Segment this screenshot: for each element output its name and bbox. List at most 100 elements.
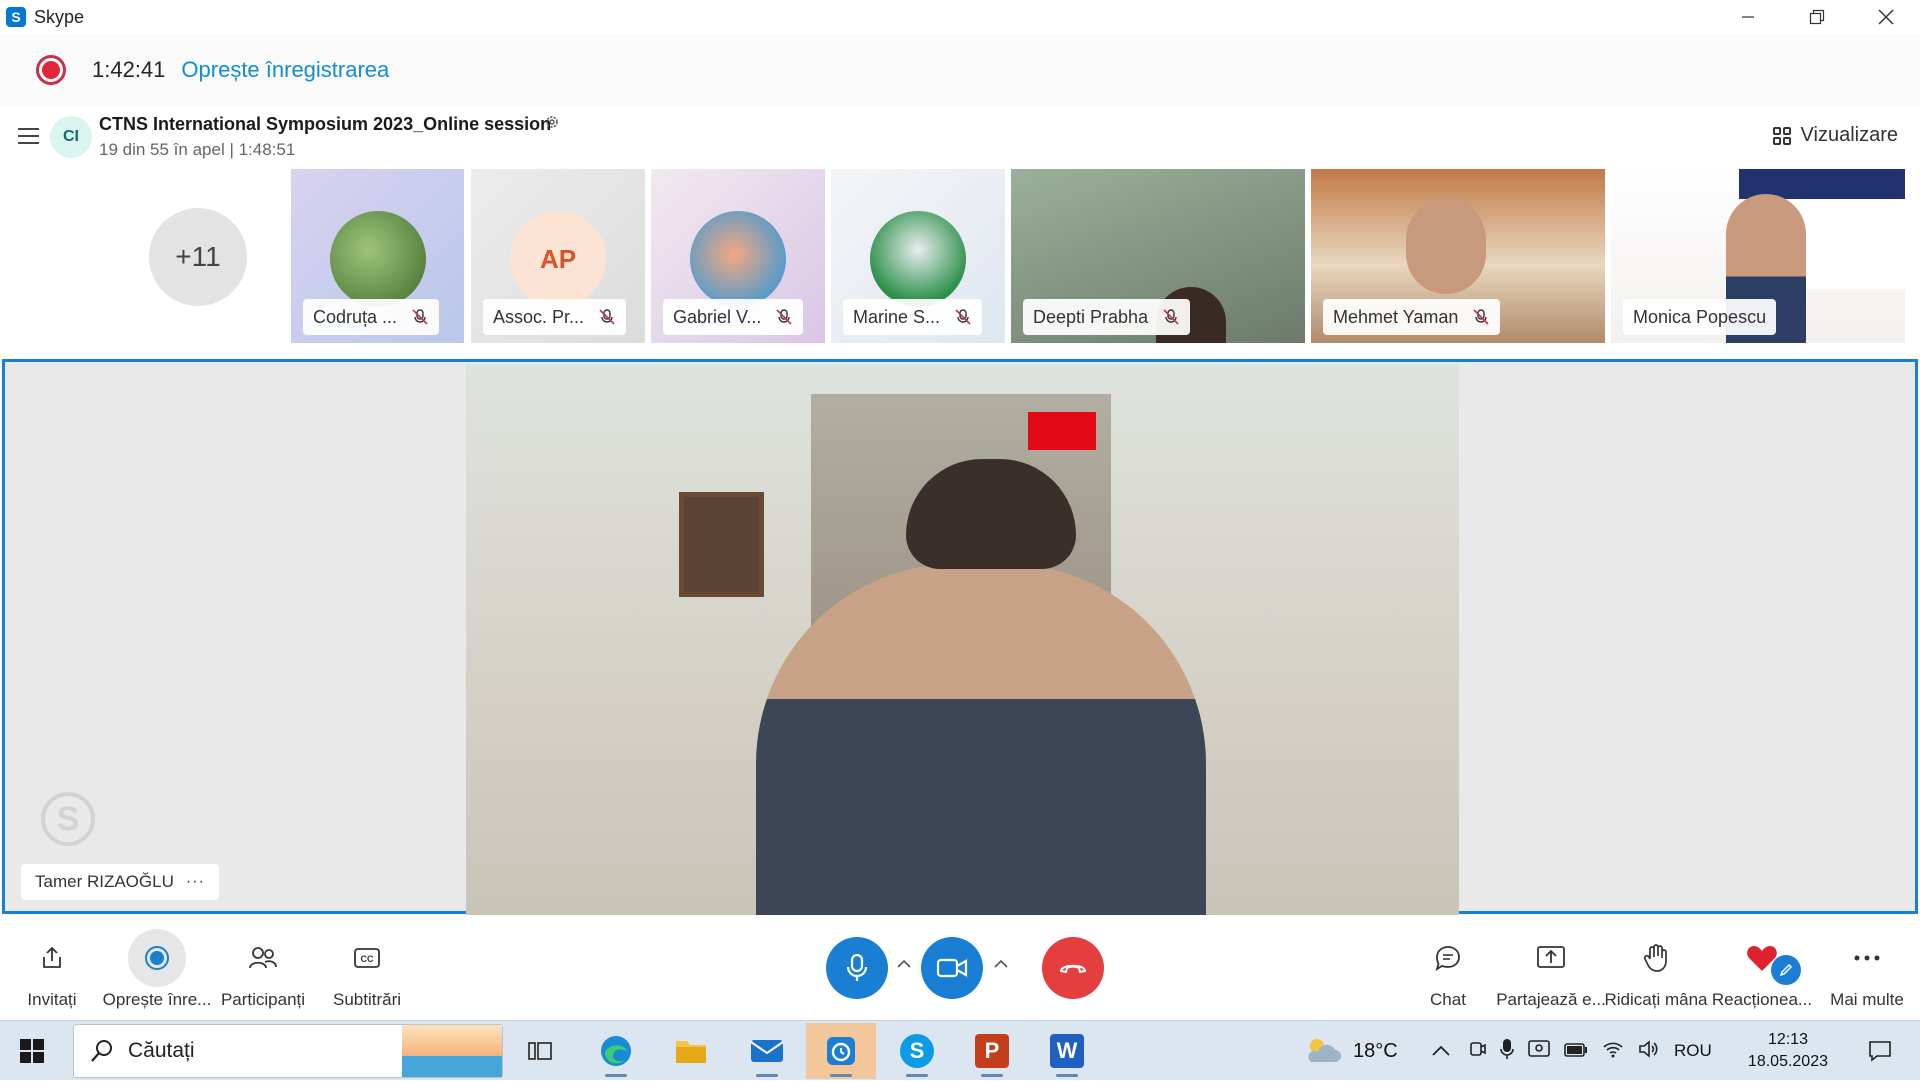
participant-name: Deepti Prabha bbox=[1033, 306, 1149, 327]
microphone-icon bbox=[846, 953, 868, 981]
volume-icon[interactable] bbox=[1638, 1039, 1660, 1064]
participant-avatar: AP bbox=[510, 211, 606, 307]
word-logo: W bbox=[1050, 1034, 1084, 1068]
participant-nameplate: Mehmet Yaman bbox=[1323, 299, 1501, 335]
conversation-title[interactable]: CTNS International Symposium 2023_Online… bbox=[99, 114, 551, 135]
recording-indicator-icon bbox=[36, 55, 66, 85]
task-view-icon[interactable] bbox=[505, 1023, 575, 1079]
powerpoint-icon[interactable]: P bbox=[957, 1023, 1027, 1079]
participant-name: Assoc. Pr... bbox=[493, 306, 585, 327]
menu-icon[interactable] bbox=[18, 128, 39, 144]
participant-video-tile[interactable]: Deepti Prabha bbox=[1011, 169, 1305, 343]
share-out-icon bbox=[23, 929, 81, 987]
captions-label: Subtitrări bbox=[332, 990, 402, 1009]
clock-time: 12:13 bbox=[1767, 1031, 1808, 1048]
battery-icon[interactable] bbox=[1564, 1041, 1588, 1062]
speaker-nameplate[interactable]: Tamer RIZAOĞLU ··· bbox=[21, 864, 219, 900]
microphone-button[interactable] bbox=[826, 937, 888, 999]
settings-gear-icon[interactable] bbox=[544, 114, 560, 135]
grid-layout-icon bbox=[1772, 126, 1791, 145]
more-participants-button[interactable]: +11 bbox=[149, 208, 247, 306]
stop-recording-label: Oprește înre... bbox=[102, 990, 212, 1009]
react-button[interactable]: Reacționea... bbox=[1707, 916, 1817, 1020]
more-options-button[interactable]: Mai multe bbox=[1812, 916, 1920, 1020]
conversation-avatar[interactable]: CI bbox=[50, 116, 92, 158]
share-screen-button[interactable]: Partajează e... bbox=[1496, 916, 1606, 1020]
invite-button[interactable]: Invitați bbox=[0, 916, 107, 1020]
call-header: CI CTNS International Symposium 2023_Onl… bbox=[0, 106, 1920, 166]
chat-button[interactable]: Chat bbox=[1393, 916, 1503, 1020]
screen-recorder-icon[interactable] bbox=[806, 1023, 876, 1079]
participant-video bbox=[1406, 199, 1486, 294]
hang-up-button[interactable] bbox=[1042, 937, 1104, 999]
participant-tile[interactable]: AP Assoc. Pr... bbox=[471, 169, 645, 343]
muted-mic-icon bbox=[954, 308, 972, 326]
muted-mic-icon bbox=[411, 308, 429, 326]
show-hidden-icons-chevron-icon[interactable] bbox=[1432, 1041, 1450, 1062]
edge-browser-icon[interactable] bbox=[581, 1023, 651, 1079]
chat-label: Chat bbox=[1430, 990, 1466, 1009]
weather-widget[interactable]: 18°C bbox=[1303, 1021, 1398, 1081]
camera-in-use-icon[interactable] bbox=[1468, 1039, 1486, 1064]
muted-mic-icon bbox=[1162, 308, 1180, 326]
taskbar-search-box[interactable]: Căutați bbox=[73, 1024, 503, 1078]
more-options-icon[interactable]: ··· bbox=[186, 873, 205, 891]
participant-nameplate: Assoc. Pr... bbox=[483, 299, 627, 335]
captions-button[interactable]: CC Subtitrări bbox=[312, 916, 422, 1020]
microphone-in-use-icon[interactable] bbox=[1500, 1038, 1514, 1065]
powerpoint-logo: P bbox=[975, 1034, 1009, 1068]
participant-video-tile[interactable]: Mehmet Yaman bbox=[1311, 169, 1605, 343]
more-options-label: Mai multe bbox=[1830, 990, 1904, 1009]
people-icon bbox=[234, 929, 292, 987]
skype-logo-icon: S bbox=[6, 7, 26, 27]
camera-options-chevron-icon[interactable] bbox=[994, 956, 1008, 973]
participant-tile[interactable]: Codruța ... bbox=[291, 169, 464, 343]
participant-nameplate: Marine S... bbox=[843, 299, 983, 335]
participant-nameplate: Monica Popescu bbox=[1623, 299, 1777, 335]
muted-mic-icon bbox=[598, 308, 616, 326]
taskbar-clock[interactable]: 12:13 18.05.2023 bbox=[1748, 1029, 1828, 1073]
participant-nameplate: Gabriel V... bbox=[663, 299, 804, 335]
main-video-stage: S Tamer RIZAOĞLU ··· bbox=[2, 359, 1918, 915]
participant-video-tile[interactable]: Monica Popescu bbox=[1611, 169, 1905, 343]
chat-bubble-icon bbox=[1419, 929, 1477, 987]
invite-label: Invitați bbox=[27, 990, 77, 1009]
participant-name: Gabriel V... bbox=[673, 306, 762, 327]
view-layout-button[interactable]: Vizualizare bbox=[1772, 124, 1898, 147]
ellipsis-icon bbox=[1838, 929, 1896, 987]
wifi-icon[interactable] bbox=[1602, 1040, 1624, 1063]
camera-button[interactable] bbox=[921, 937, 983, 999]
stop-recording-button[interactable]: Oprește înre... bbox=[102, 916, 212, 1020]
call-status-subtitle: 19 din 55 în apel | 1:48:51 bbox=[99, 140, 296, 159]
close-button[interactable] bbox=[1851, 0, 1920, 34]
windows-taskbar: Căutați S P W 18°C ROU 12:13 18.05.2023 bbox=[0, 1020, 1920, 1080]
mail-icon[interactable] bbox=[732, 1023, 802, 1079]
participant-tile[interactable]: Marine S... bbox=[831, 169, 1005, 343]
participant-name: Mehmet Yaman bbox=[1333, 306, 1459, 327]
restore-button[interactable] bbox=[1782, 0, 1851, 34]
file-explorer-icon[interactable] bbox=[656, 1023, 726, 1079]
minimize-button[interactable] bbox=[1713, 0, 1782, 34]
participant-name: Marine S... bbox=[853, 306, 941, 327]
closed-captions-icon: CC bbox=[338, 929, 396, 987]
participants-label: Participanți bbox=[220, 990, 306, 1009]
microphone-options-chevron-icon[interactable] bbox=[897, 956, 911, 973]
system-tray: ROU bbox=[1432, 1021, 1712, 1081]
raise-hand-button[interactable]: Ridicați mâna bbox=[1601, 916, 1711, 1020]
participant-strip: +11 Codruța ... AP Assoc. Pr... Gabriel … bbox=[0, 166, 1920, 346]
hang-up-phone-icon bbox=[1059, 964, 1087, 974]
window-title: Skype bbox=[34, 6, 85, 27]
notification-center-icon[interactable] bbox=[1868, 1039, 1892, 1068]
word-icon[interactable]: W bbox=[1032, 1023, 1102, 1079]
participant-tile[interactable]: Gabriel V... bbox=[651, 169, 825, 343]
participants-button[interactable]: Participanți bbox=[208, 916, 318, 1020]
skype-taskbar-icon[interactable]: S bbox=[882, 1023, 952, 1079]
weather-temperature: 18°C bbox=[1353, 1039, 1398, 1062]
input-language-indicator[interactable]: ROU bbox=[1674, 1041, 1712, 1061]
screen-capture-icon[interactable] bbox=[1528, 1039, 1550, 1064]
pencil-edit-icon[interactable] bbox=[1771, 955, 1801, 985]
participant-name: Codruța ... bbox=[313, 306, 398, 327]
stop-recording-link[interactable]: Oprește înregistrarea bbox=[181, 57, 389, 83]
participant-nameplate: Codruța ... bbox=[303, 299, 440, 335]
windows-start-icon[interactable] bbox=[20, 1039, 44, 1063]
